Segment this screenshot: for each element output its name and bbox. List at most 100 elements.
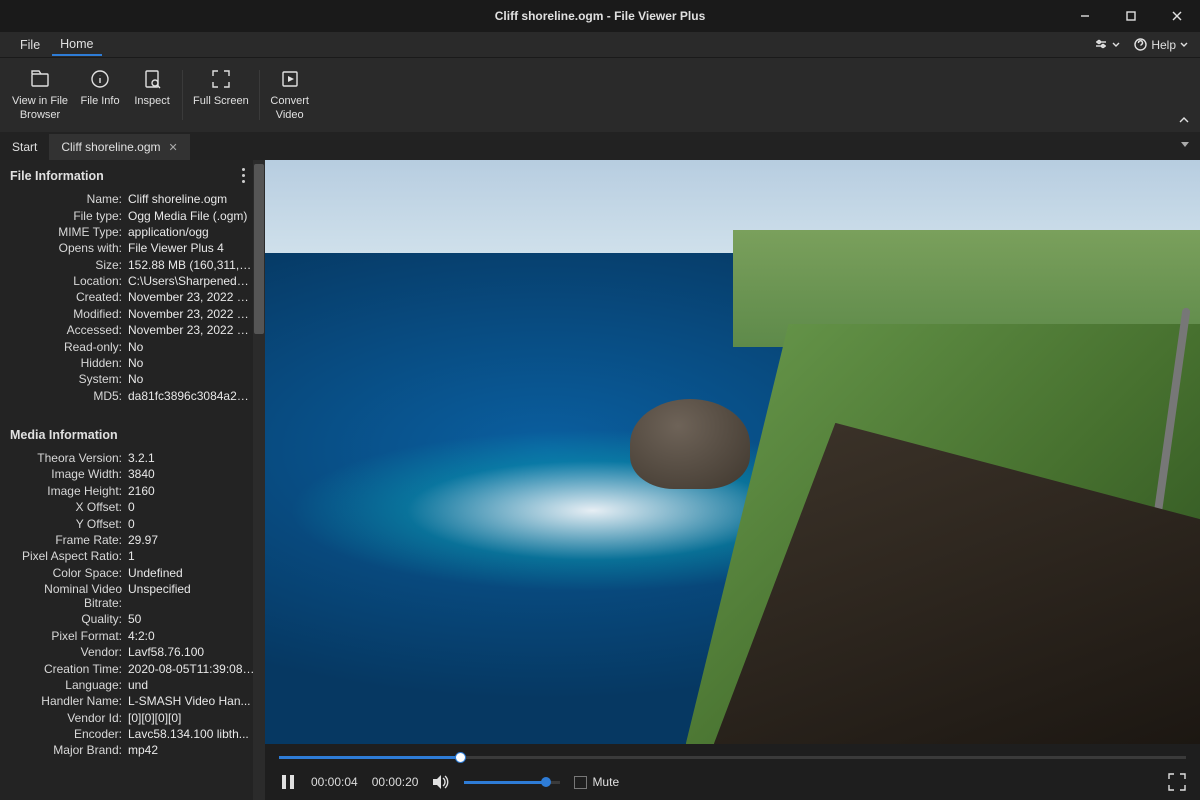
info-row: Image Height:2160 [0,483,265,499]
info-label: Vendor: [10,645,128,659]
menu-home[interactable]: Home [52,34,101,56]
settings-menu-button[interactable] [1094,39,1120,51]
info-row: Theora Version:3.2.1 [0,450,265,466]
inspect-button[interactable]: Inspect [126,66,178,111]
maximize-icon [1126,11,1136,21]
minimize-icon [1080,11,1090,21]
inspect-icon [143,69,161,89]
sidebar-scrollbar[interactable] [253,160,265,800]
info-value: 0 [128,500,255,514]
info-row: Y Offset:0 [0,515,265,531]
info-value: No [128,340,255,354]
pause-button[interactable] [279,773,297,791]
info-row: Handler Name:L-SMASH Video Han... [0,693,265,709]
info-row: Hidden:No [0,355,265,371]
info-row: Modified:November 23, 2022 2:13 PM [0,306,265,322]
section-menu-button[interactable] [242,168,245,183]
info-row: Pixel Aspect Ratio:1 [0,548,265,564]
info-value: und [128,678,255,692]
volume-button[interactable] [432,773,450,791]
info-label: Hidden: [10,356,128,370]
document-tabbar: Start Cliff shoreline.ogm ✕ [0,132,1200,160]
sliders-icon [1094,39,1108,51]
close-icon [1172,11,1182,21]
convert-video-icon [281,70,299,88]
info-label: Pixel Aspect Ratio: [10,549,128,563]
tool-label: Inspect [134,95,169,109]
info-value: File Viewer Plus 4 [128,241,255,255]
info-value: No [128,356,255,370]
info-value: da81fc3896c3084a24ea5c760... [128,389,255,403]
pause-icon [281,774,295,790]
toolbar-separator [259,70,260,120]
info-label: MD5: [10,389,128,403]
info-row: System:No [0,371,265,387]
info-value: 152.88 MB (160,311,402 bytes) [128,258,255,272]
info-row: Read-only:No [0,338,265,354]
info-value: Lavf58.76.100 [128,645,255,659]
info-sidebar: File Information Name:Cliff shoreline.og… [0,160,265,800]
info-row: Created:November 23, 2022 2:14 PM [0,289,265,305]
info-value: November 23, 2022 2:14 PM [128,290,255,304]
info-row: Opens with:File Viewer Plus 4 [0,240,265,256]
info-row: Name:Cliff shoreline.ogm [0,191,265,207]
seek-bar[interactable] [279,750,1186,764]
info-value: 3.2.1 [128,451,255,465]
info-label: Read-only: [10,340,128,354]
minimize-button[interactable] [1062,0,1108,32]
info-label: Encoder: [10,727,128,741]
info-label: Created: [10,290,128,304]
chevron-down-icon [1112,41,1120,49]
info-row: Size:152.88 MB (160,311,402 bytes) [0,257,265,273]
tab-close-button[interactable]: ✕ [169,141,178,154]
chevron-down-icon [1180,41,1188,49]
collapse-ribbon-button[interactable] [1178,114,1190,128]
close-button[interactable] [1154,0,1200,32]
info-row: Frame Rate:29.97 [0,532,265,548]
tool-label: File Info [80,95,119,109]
info-label: File type: [10,209,128,223]
info-label: Handler Name: [10,694,128,708]
tool-label: View in File Browser [12,95,68,123]
info-row: Encoder:Lavc58.134.100 libth... [0,726,265,742]
tab-file[interactable]: Cliff shoreline.ogm ✕ [49,134,189,160]
info-value: 4:2:0 [128,629,255,643]
tabstrip-overflow-button[interactable] [1180,138,1190,152]
info-row: MD5:da81fc3896c3084a24ea5c760... [0,388,265,404]
scrollbar-thumb[interactable] [254,164,264,334]
info-value: No [128,372,255,386]
info-row: Creation Time:2020-08-05T11:39:08.... [0,660,265,676]
info-row: File type:Ogg Media File (.ogm) [0,207,265,223]
ribbon-toolbar: View in File Browser File Info Inspect F… [0,58,1200,132]
info-value: mp42 [128,743,255,757]
time-elapsed: 00:00:04 [311,775,358,789]
menu-file[interactable]: File [12,35,48,55]
full-screen-button[interactable]: Full Screen [187,66,255,111]
convert-video-button[interactable]: Convert Video [264,66,316,125]
tool-label: Full Screen [193,95,249,109]
toolbar-separator [182,70,183,120]
fullscreen-icon [212,70,230,88]
info-value: Unspecified [128,582,255,610]
help-menu-button[interactable]: Help [1134,38,1188,52]
info-label: Frame Rate: [10,533,128,547]
view-in-file-browser-button[interactable]: View in File Browser [6,66,74,125]
mute-checkbox[interactable]: Mute [574,775,619,789]
volume-slider[interactable] [464,781,560,784]
info-label: Size: [10,258,128,272]
info-icon [90,69,110,89]
section-title: File Information [10,169,104,183]
info-row: Accessed:November 23, 2022 2:17 PM [0,322,265,338]
section-title: Media Information [10,428,118,442]
info-label: X Offset: [10,500,128,514]
file-info-button[interactable]: File Info [74,66,126,111]
info-label: System: [10,372,128,386]
tab-start[interactable]: Start [0,134,49,160]
checkbox-icon [574,776,587,789]
info-row: Vendor:Lavf58.76.100 [0,644,265,660]
speaker-icon [432,774,450,790]
video-frame[interactable] [265,160,1200,744]
fullscreen-video-button[interactable] [1168,773,1186,791]
video-controls: 00:00:04 00:00:20 Mute [265,744,1200,800]
maximize-button[interactable] [1108,0,1154,32]
